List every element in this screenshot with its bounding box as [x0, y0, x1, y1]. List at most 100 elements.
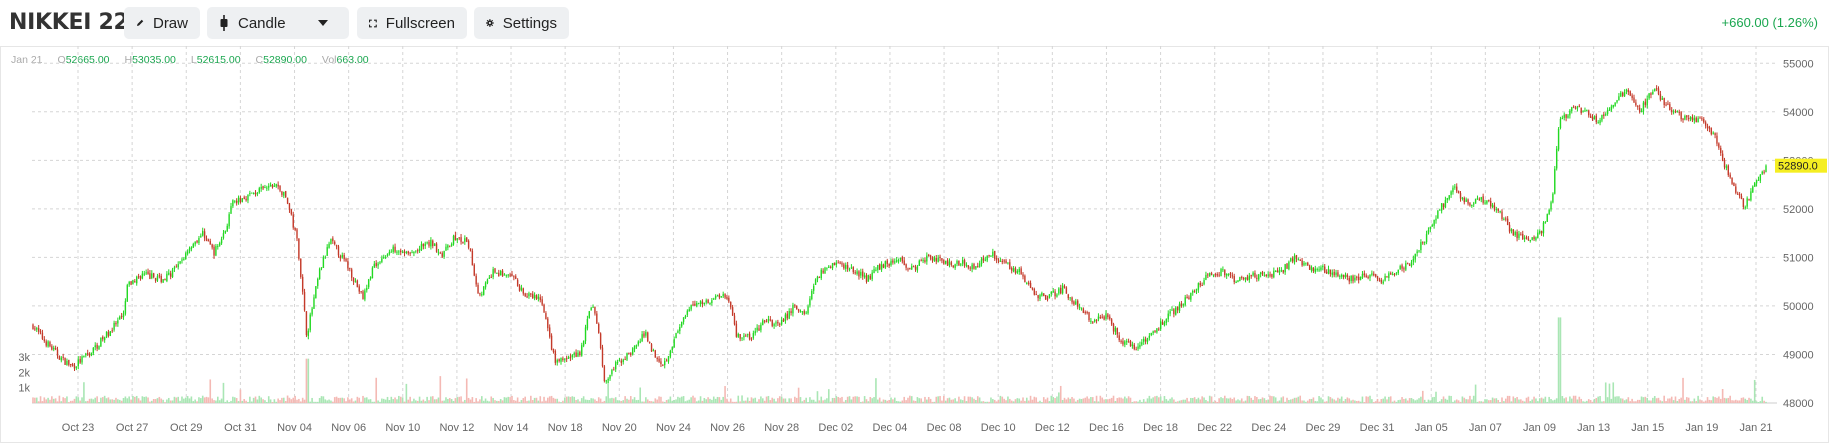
- volume-bar: [1750, 398, 1752, 403]
- candle-body: [1391, 273, 1394, 275]
- volume-bar: [1267, 399, 1269, 403]
- candle-body: [622, 359, 624, 363]
- volume-bar: [609, 398, 611, 403]
- candle-body: [652, 350, 655, 352]
- volume-bar: [200, 398, 202, 403]
- volume-bar: [884, 399, 887, 403]
- candle-body: [1027, 282, 1030, 284]
- time-tick-label: Oct 23: [62, 422, 94, 434]
- volume-bar: [462, 401, 464, 403]
- chart-type-select[interactable]: Candle: [207, 7, 349, 39]
- candle-body: [1655, 88, 1658, 90]
- candle-body: [1167, 313, 1169, 320]
- volume-bar: [60, 401, 63, 403]
- settings-button[interactable]: Settings: [474, 7, 569, 39]
- candle-body: [1061, 285, 1064, 294]
- volume-bar: [418, 396, 421, 403]
- volume-bar: [375, 377, 378, 403]
- candle-body: [613, 369, 615, 371]
- volume-bar: [573, 396, 576, 403]
- volume-bar: [1595, 398, 1598, 403]
- candle-body: [854, 272, 856, 274]
- candle-body: [343, 255, 345, 260]
- volume-bar: [445, 397, 447, 403]
- volume-bar: [1567, 401, 1569, 403]
- candle-body: [1267, 274, 1269, 276]
- candle-body: [1056, 294, 1058, 297]
- volume-bar: [1678, 399, 1681, 403]
- candle-body: [169, 273, 172, 277]
- volume-bar: [56, 401, 59, 403]
- volume-bar: [1082, 398, 1085, 403]
- candle-body: [748, 333, 751, 340]
- volume-bar: [43, 397, 46, 403]
- candle-body: [1535, 237, 1537, 240]
- candle-body: [516, 279, 519, 286]
- volume-bar: [1727, 397, 1730, 403]
- volume-bar: [1714, 397, 1716, 403]
- candle-body: [1065, 287, 1068, 294]
- volume-bar: [1012, 401, 1015, 403]
- volume-bar: [748, 400, 751, 403]
- candlestick-chart[interactable]: 4800049000500005100052000530005400055000…: [0, 46, 1829, 443]
- time-tick-label: Nov 28: [764, 422, 799, 434]
- volume-bar: [465, 378, 468, 403]
- candle-body: [1063, 286, 1066, 288]
- volume-bar: [1565, 397, 1567, 403]
- candle-body: [763, 320, 766, 322]
- volume-bar: [373, 401, 376, 403]
- time-tick-label: Dec 04: [873, 422, 908, 434]
- candle-body: [1333, 271, 1335, 276]
- volume-bar: [1289, 399, 1292, 403]
- volume-bar: [611, 397, 613, 403]
- volume-bars: [32, 317, 1767, 403]
- volume-bar: [1235, 400, 1237, 403]
- draw-button[interactable]: Draw: [124, 7, 200, 39]
- volume-bar: [1071, 396, 1073, 403]
- volume-bar: [413, 398, 415, 403]
- candle-body: [1156, 328, 1158, 333]
- volume-bar: [318, 397, 321, 403]
- volume-bar: [313, 401, 315, 403]
- volume-bar: [139, 400, 142, 403]
- volume-bar: [1291, 398, 1294, 403]
- volume-bar: [156, 398, 159, 403]
- volume-bar: [147, 397, 149, 403]
- volume-bar: [1463, 397, 1466, 403]
- candle-body: [1011, 268, 1013, 271]
- volume-bar: [1406, 400, 1409, 403]
- volume-bar: [354, 400, 357, 403]
- candle-body: [198, 238, 200, 244]
- volume-bar: [477, 401, 479, 403]
- volume-bar: [1729, 395, 1731, 403]
- candle-body: [1357, 276, 1360, 281]
- volume-bar: [869, 396, 872, 403]
- volume-bar: [367, 399, 370, 403]
- volume-bar: [1672, 400, 1675, 403]
- candle-body: [96, 344, 98, 349]
- candle-body: [694, 303, 696, 306]
- candle-body: [588, 311, 590, 319]
- volume-bar: [665, 400, 668, 403]
- candle-body: [192, 244, 194, 248]
- volume-bar: [358, 397, 361, 403]
- candle-body: [811, 290, 813, 299]
- volume-bar: [64, 398, 66, 403]
- volume-bar: [1638, 399, 1641, 403]
- candle-body: [639, 341, 641, 343]
- candle-body: [1627, 90, 1630, 93]
- volume-bar: [635, 400, 638, 403]
- candle-body: [367, 279, 370, 288]
- candle-body: [1680, 112, 1682, 120]
- fullscreen-button[interactable]: Fullscreen: [357, 7, 467, 39]
- candle-body: [37, 328, 40, 332]
- volume-axis: 1k2k3k: [18, 352, 30, 395]
- candle-body: [1672, 111, 1675, 113]
- candle-body: [720, 296, 722, 298]
- volume-bar: [143, 396, 146, 403]
- volume-bar: [1342, 401, 1345, 403]
- volume-bar: [903, 396, 906, 403]
- volume-bar: [622, 400, 625, 403]
- volume-bar: [1425, 402, 1428, 403]
- candle-body: [1659, 94, 1662, 100]
